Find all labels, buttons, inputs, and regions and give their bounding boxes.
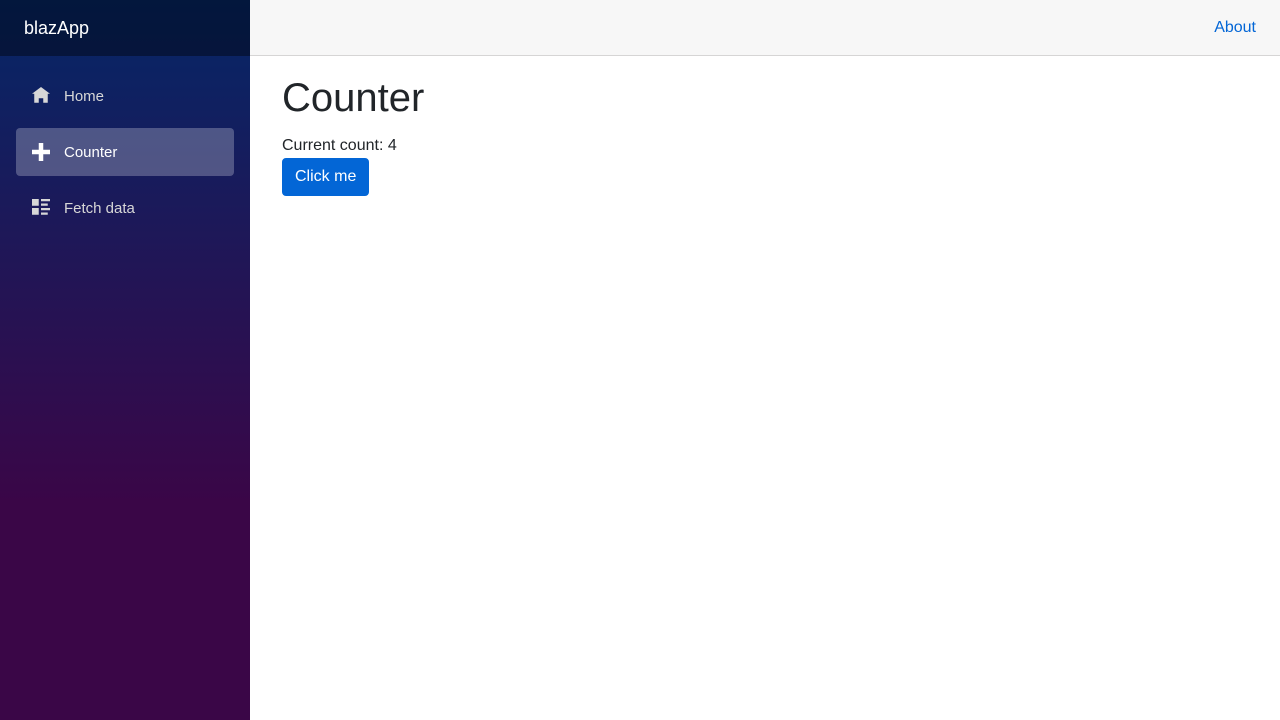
nav-item-counter: Counter (0, 128, 250, 176)
brand-bar: blazApp (0, 0, 250, 56)
sidebar: blazApp Home Counter Fetch data (0, 0, 250, 720)
nav-link-counter[interactable]: Counter (16, 128, 234, 176)
list-rich-icon (32, 199, 50, 217)
nav-item-fetch-data: Fetch data (0, 184, 250, 232)
nav-label-home: Home (64, 87, 105, 105)
nav-item-home: Home (0, 72, 250, 120)
plus-icon (32, 143, 50, 161)
nav-link-home[interactable]: Home (16, 72, 234, 120)
home-icon (32, 87, 50, 105)
page-title: Counter (282, 76, 425, 120)
main-content: Counter Current count: 4 Click me (282, 74, 424, 196)
sidebar-nav: Home Counter Fetch data (0, 56, 250, 232)
brand-link[interactable]: blazApp (24, 18, 89, 39)
nav-link-fetch-data[interactable]: Fetch data (16, 184, 234, 232)
nav-label-counter: Counter (64, 143, 118, 161)
about-link[interactable]: About (1214, 19, 1256, 37)
current-count-text: Current count: 4 (282, 137, 397, 154)
nav-label-fetch-data: Fetch data (64, 199, 135, 217)
top-row: About (250, 0, 1280, 56)
click-me-button[interactable]: Click me (282, 158, 370, 196)
